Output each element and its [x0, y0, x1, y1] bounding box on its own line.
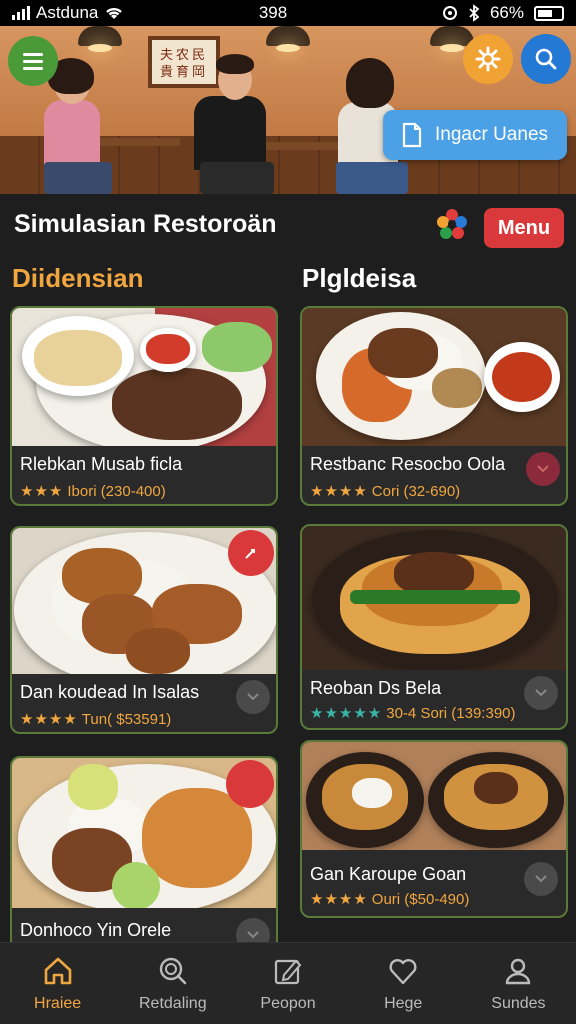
dish-price: Cori (32-690)	[371, 483, 461, 500]
settings-button[interactable]	[463, 34, 513, 84]
section-heading-left: Diidensian	[12, 263, 144, 293]
tomato-badge-icon	[226, 760, 274, 808]
rating-stars: ★★★	[20, 483, 64, 500]
search-button[interactable]	[521, 34, 571, 84]
cta-label: Ingacr Uanes	[435, 124, 549, 145]
dish-image	[302, 308, 566, 446]
user-icon	[506, 958, 531, 985]
expand-button[interactable]	[524, 862, 558, 896]
nav-label: Hege	[384, 995, 423, 1012]
dish-meta: ★★★★ Tun( $53591)	[20, 710, 171, 728]
rating-stars: ★★★★★	[310, 705, 383, 722]
dish-card[interactable]: Rlebkan Musab ficla ★★★ Ibori (230-400)	[10, 306, 278, 506]
bottom-nav: Hraiee Retdaling Peopon Hege Sundes	[0, 942, 576, 1024]
nav-label: Retdaling	[139, 995, 207, 1012]
menu-button[interactable]: Menu	[484, 208, 564, 248]
dish-name: Dan koudead In Isalas	[20, 682, 200, 702]
dish-card[interactable]: Gan Karoupe Goan ★★★★ Ouri ($50-490)	[300, 740, 568, 918]
dish-price: Tun( $53591)	[81, 711, 172, 728]
hamburger-menu-button[interactable]	[8, 36, 58, 86]
cta-button[interactable]: Ingacr Uanes	[383, 110, 567, 160]
status-bar: Astduna 398 66%	[0, 0, 576, 26]
hamburger-icon	[23, 49, 43, 74]
favorite-button[interactable]	[228, 530, 274, 576]
carrier-name: Astduna	[36, 3, 99, 22]
battery-icon	[534, 5, 564, 21]
rating-stars: ★★★★	[310, 483, 368, 500]
chevron-down-icon	[537, 465, 549, 473]
heart-icon	[389, 959, 417, 985]
nav-label: Hraiee	[34, 995, 82, 1012]
home-icon	[44, 957, 71, 985]
signal-icon	[12, 6, 30, 20]
dish-price: Ouri ($50-490)	[371, 891, 470, 908]
expand-button[interactable]	[526, 452, 560, 486]
nav-label: Sundes	[491, 995, 546, 1012]
wall-art: 夫农民 貴育岡	[148, 36, 220, 88]
rating-stars: ★★★★	[20, 711, 78, 728]
dish-meta: ★★★★ Cori (32-690)	[310, 482, 460, 500]
bluetooth-icon	[469, 4, 480, 22]
expand-button[interactable]	[524, 676, 558, 710]
page-title: Simulasian Restoroän	[14, 210, 277, 238]
nav-item-peopon[interactable]: Peopon	[230, 943, 345, 1024]
dish-card[interactable]: Reoban Ds Bela ★★★★★ 30-4 Sori (139:390)	[300, 524, 568, 730]
section-heading-right: Plgldeisa	[302, 263, 417, 293]
nav-item-sundes[interactable]: Sundes	[461, 943, 576, 1024]
dish-image	[302, 742, 566, 850]
dish-name: Reoban Ds Bela	[310, 678, 442, 698]
chevron-down-icon	[535, 875, 547, 883]
chevron-down-icon	[247, 931, 259, 939]
dish-card[interactable]: Restbanc Resocbo Oola ★★★★ Cori (32-690)	[300, 306, 568, 506]
dish-image	[12, 308, 276, 446]
document-icon	[402, 122, 422, 148]
clock: 398	[258, 3, 288, 22]
edit-icon	[274, 959, 302, 985]
rating-stars: ★★★★	[310, 891, 368, 908]
dish-name: Donhoco Yin Orele	[20, 920, 172, 940]
dish-image	[302, 526, 566, 670]
chevron-down-icon	[535, 689, 547, 697]
dish-name: Rlebkan Musab ficla	[20, 454, 183, 474]
wifi-icon	[106, 7, 123, 19]
dish-card[interactable]: Dan koudead In Isalas ★★★★ Tun( $53591)	[10, 526, 278, 734]
search-icon	[159, 957, 187, 985]
dish-name: Gan Karoupe Goan	[310, 864, 467, 884]
location-icon	[442, 6, 457, 20]
chevron-down-icon	[247, 693, 259, 701]
flower-logo-icon	[437, 209, 467, 239]
dish-card[interactable]: Donhoco Yin Orele	[10, 756, 278, 956]
dish-meta: ★★★★ Ouri ($50-490)	[310, 890, 469, 908]
dish-meta: ★★★ Ibori (230-400)	[20, 482, 166, 500]
expand-button[interactable]	[236, 680, 270, 714]
dish-price: Ibori (230-400)	[67, 483, 166, 500]
dish-name: Restbanc Resocbo Oola	[310, 454, 506, 474]
nav-item-home[interactable]: Hraiee	[0, 943, 115, 1024]
dish-price: 30-4 Sori (139:390)	[386, 705, 516, 722]
battery-percent: 66%	[489, 3, 524, 22]
dish-meta: ★★★★★ 30-4 Sori (139:390)	[310, 704, 516, 722]
nav-label: Peopon	[260, 995, 316, 1012]
sparkle-icon	[245, 549, 255, 559]
search-icon	[535, 48, 557, 70]
nav-item-hege[interactable]: Hege	[346, 943, 461, 1024]
nav-item-retdaling[interactable]: Retdaling	[115, 943, 230, 1024]
gear-icon	[475, 46, 501, 72]
